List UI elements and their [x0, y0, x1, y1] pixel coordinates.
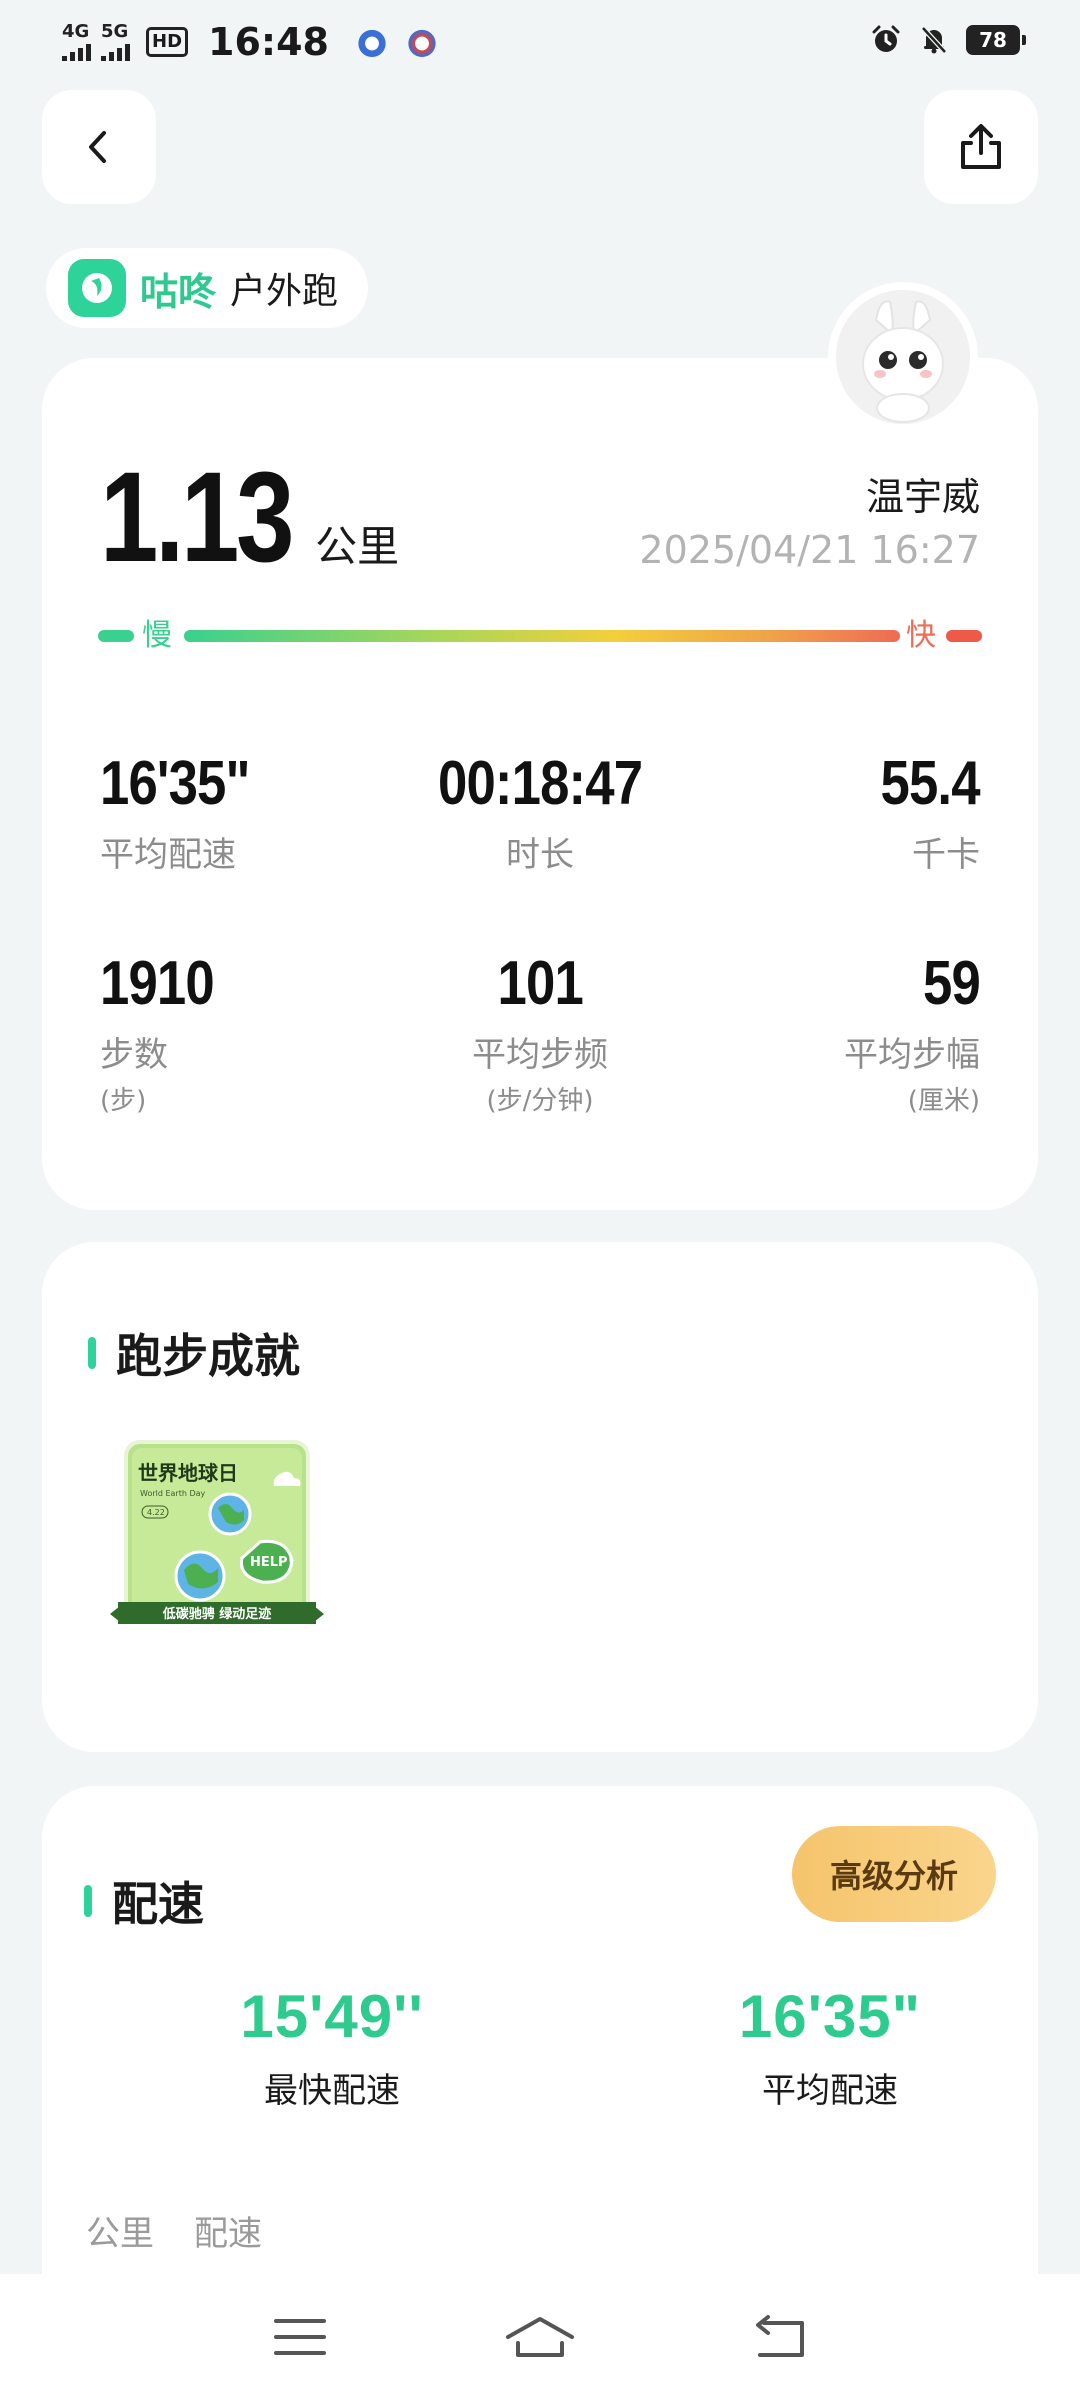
section-title-text: 跑步成就	[116, 1329, 300, 1383]
chevron-left-icon	[89, 131, 106, 163]
bunny-avatar-icon	[836, 290, 970, 424]
badge-subtitle: World Earth Day	[140, 1489, 206, 1498]
speed-scale-bar: 慢 快	[98, 616, 982, 656]
signal-bars-icon	[101, 43, 130, 61]
status-right: 78	[870, 24, 1026, 56]
stat-cadence: 101 平均步频 (步/分钟)	[382, 948, 698, 1117]
app-sport-tag: 咕咚 户外跑	[46, 248, 369, 328]
notification-app-icon	[406, 27, 437, 57]
section-title-text: 配速	[112, 1877, 204, 1931]
pace-table-header: 公里 配速	[86, 2206, 262, 2255]
fastest-pace-value: 15'49''	[240, 1983, 424, 2050]
network-label-2: 5G	[101, 21, 129, 42]
home-button[interactable]	[500, 2297, 580, 2377]
badge-date: 4.22	[147, 1508, 165, 1517]
stat-label: 千卡	[912, 835, 980, 875]
average-pace: 16'35" 平均配速	[640, 1982, 1020, 2112]
status-bar: 4G 5G HD 16:48 78	[0, 0, 1080, 84]
stat-unit: (厘米)	[907, 1086, 980, 1116]
stat-value: 59	[923, 949, 981, 1018]
section-accent-bar	[88, 1337, 96, 1369]
speed-slow-label: 慢	[142, 618, 172, 653]
recent-apps-button[interactable]	[260, 2297, 340, 2377]
badge-title: 世界地球日	[138, 1461, 238, 1485]
earth-day-badge[interactable]: 世界地球日 World Earth Day 4.22 HELP! 低碳驰骋 绿动…	[110, 1434, 324, 1644]
menu-icon	[274, 2319, 326, 2355]
stat-duration: 00:18:47 时长	[382, 748, 698, 876]
share-icon	[961, 124, 1001, 169]
battery-icon: 78	[966, 25, 1026, 55]
fastest-pace-label: 最快配速	[264, 2071, 400, 2111]
average-pace-value: 16'35"	[738, 1983, 922, 2050]
summary-card: 1.13 公里 温宇威 2025/04/21 16:27 慢 快 16'35" …	[42, 358, 1038, 1210]
achievements-card: 跑步成就 世界地球日 World Earth Day 4.22 HELP! 低碳…	[42, 1242, 1038, 1752]
stat-stride: 59 平均步幅 (厘米)	[844, 948, 981, 1117]
workout-datetime: 2025/04/21 16:27	[639, 528, 980, 572]
system-nav-bar	[0, 2274, 1080, 2400]
avatar[interactable]	[828, 282, 978, 432]
back-arrow-icon	[756, 2315, 804, 2357]
fastest-pace: 15'49'' 最快配速	[142, 1982, 522, 2112]
codoon-logo-icon	[68, 259, 126, 317]
status-time: 16:48	[208, 20, 329, 64]
mute-bell-icon	[921, 26, 947, 54]
section-accent-bar	[84, 1885, 92, 1917]
app-brand: 咕咚	[140, 269, 217, 314]
stat-label: 平均步幅	[844, 1035, 980, 1075]
share-button[interactable]	[924, 90, 1038, 204]
home-icon	[506, 2317, 574, 2357]
distance-value: 1.13	[100, 446, 294, 589]
stat-label: 时长	[506, 835, 574, 875]
notification-app-icon	[356, 27, 387, 57]
status-left: 4G 5G HD 16:48	[62, 20, 437, 64]
advanced-analysis-button[interactable]: 高级分析	[792, 1826, 996, 1922]
hd-icon: HD	[146, 27, 189, 57]
screen: 4G 5G HD 16:48 78 咕咚 户外跑 1.13 公里 温宇威 202…	[0, 0, 1080, 2400]
section-title-achievements: 跑步成就	[88, 1320, 300, 1386]
badge-ribbon: 低碳驰骋 绿动足迹	[162, 1606, 272, 1622]
network-label-1: 4G	[62, 21, 90, 42]
signal-bars-icon	[62, 43, 91, 61]
speed-gradient	[184, 630, 900, 642]
sport-type: 户外跑	[230, 271, 339, 312]
alarm-icon	[872, 25, 900, 52]
stat-value: 1910	[100, 949, 215, 1018]
average-pace-label: 平均配速	[762, 2071, 898, 2111]
stat-avg-pace: 16'35" 平均配速	[100, 748, 276, 876]
stat-unit: (步)	[100, 1086, 147, 1116]
section-title-pace: 配速	[84, 1868, 204, 1934]
signal-1: 4G	[62, 23, 91, 61]
column-header-pace: 配速	[194, 2214, 262, 2254]
user-name: 温宇威	[865, 475, 980, 519]
back-button[interactable]	[42, 90, 156, 204]
stat-label: 步数	[100, 1035, 168, 1075]
column-header-km: 公里	[86, 2214, 154, 2254]
stat-steps: 1910 步数 (步)	[100, 948, 234, 1117]
stat-value: 00:18:47	[437, 749, 643, 818]
distance-block: 1.13 公里	[100, 444, 399, 591]
signal-2: 5G	[101, 23, 130, 61]
stat-label: 平均配速	[100, 835, 236, 875]
badge-help: HELP!	[250, 1555, 294, 1570]
back-nav-button[interactable]	[740, 2297, 820, 2377]
stat-label: 平均步频	[472, 1035, 608, 1075]
stat-value: 101	[497, 949, 583, 1018]
distance-unit: 公里	[315, 522, 400, 571]
speed-fast-label: 快	[906, 618, 936, 653]
stat-unit: (步/分钟)	[486, 1086, 594, 1116]
stat-value: 55.4	[880, 749, 981, 818]
stat-calories: 55.4 千卡	[863, 748, 981, 876]
stat-value: 16'35"	[100, 749, 251, 818]
